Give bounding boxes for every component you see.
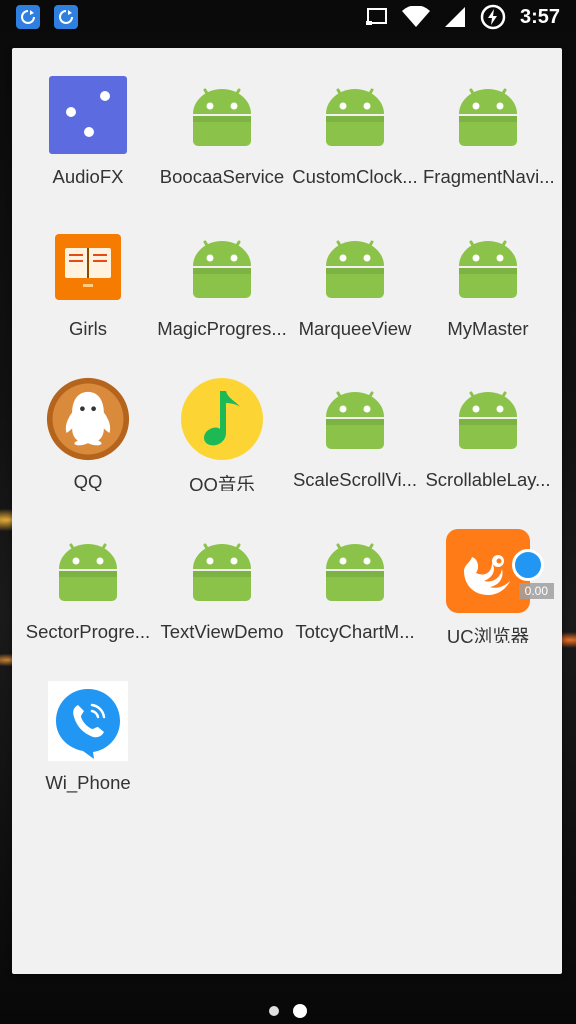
app-marqueeview[interactable]: MarqueeView [288,200,422,340]
audiofx-icon [46,74,130,156]
app-wi-phone[interactable]: Wi_Phone [21,654,155,794]
app-drawer[interactable]: AudioFX BoocaaService CustomClock... Fra… [12,48,562,974]
app-sectorprogress[interactable]: SectorProgre... [21,503,155,643]
app-magicprogress[interactable]: MagicProgres... [155,200,289,340]
android-icon [180,226,264,308]
app-qq[interactable]: QQ [21,351,155,491]
android-icon [446,226,530,308]
book-icon [46,226,130,308]
app-scrollablelayout[interactable]: ScrollableLay... [421,351,555,491]
app-label: TotcyChartM... [295,621,415,643]
page-indicator[interactable] [0,1003,576,1019]
app-label: CustomClock... [292,166,418,188]
app-label: Wi_Phone [45,772,131,794]
app-mymaster[interactable]: MyMaster [421,200,555,340]
app-label: QQ [73,471,103,491]
cast-icon [365,8,387,25]
android-icon [46,529,130,611]
android-icon [180,74,264,156]
app-label: QQ音乐 [189,474,255,491]
page-dot-1[interactable] [269,1006,279,1016]
overlay-timer: 0.00 [518,583,554,599]
app-uc-browser[interactable]: 0.00 UC浏览器 [421,503,555,643]
qq-music-icon [180,377,264,461]
app-totcychart[interactable]: TotcyChartM... [288,503,422,643]
android-icon [313,377,397,459]
uc-browser-icon: 0.00 [446,529,554,613]
qq-penguin-icon [46,377,130,461]
battery-charging-icon [480,4,506,30]
app-label: ScaleScrollVi... [292,469,418,491]
app-label: MarqueeView [298,318,412,340]
app-boocaaservice[interactable]: BoocaaService [155,48,289,188]
app-label: Girls [68,318,108,340]
app-label: UC浏览器 [446,626,530,643]
app-label: BoocaaService [159,166,285,188]
app-girls[interactable]: Girls [21,200,155,340]
page-dot-2[interactable] [293,1004,307,1018]
android-icon [313,74,397,156]
app-textviewdemo[interactable]: TextViewDemo [155,503,289,643]
android-icon [313,529,397,611]
android-icon [180,529,264,611]
app-scalescrollview[interactable]: ScaleScrollVi... [288,351,422,491]
app-label: TextViewDemo [160,621,284,643]
app-audiofx[interactable]: AudioFX [21,48,155,188]
signal-icon [444,7,465,27]
app-label: AudioFX [52,166,124,188]
app-label: ScrollableLay... [425,469,551,491]
app-label: MagicProgres... [157,318,287,340]
android-icon [446,74,530,156]
sync-icon[interactable] [16,5,40,29]
wifi-icon [401,6,430,27]
sync-icon[interactable] [54,5,78,29]
status-bar: 3:57 [0,0,576,34]
app-label: FragmentNavi... [423,166,553,188]
app-customclock[interactable]: CustomClock... [288,48,422,188]
app-label: MyMaster [447,318,529,340]
app-label: SectorProgre... [25,621,151,643]
app-fragmentnavi[interactable]: FragmentNavi... [421,48,555,188]
wi-phone-icon [46,680,130,762]
app-qq-music[interactable]: QQ音乐 [155,351,289,491]
ai-chat-badge-icon[interactable] [512,549,544,581]
android-icon [446,377,530,459]
clock-time: 3:57 [519,5,560,28]
android-icon [313,226,397,308]
